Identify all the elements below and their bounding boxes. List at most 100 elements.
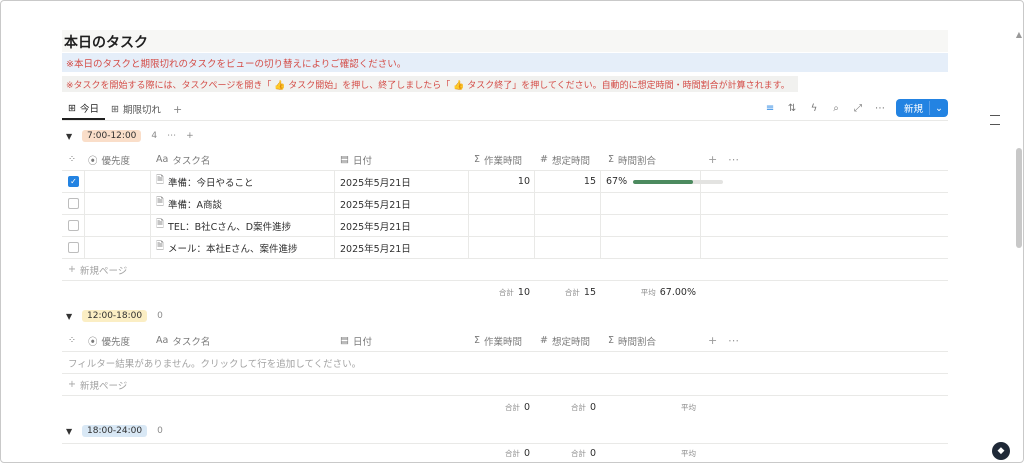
- col-time-ratio[interactable]: Σ 時間割合: [608, 149, 656, 170]
- sum-label: 合計: [564, 287, 580, 297]
- expected-time-sum[interactable]: 合計 15: [534, 282, 596, 302]
- col-label: 時間割合: [618, 336, 657, 348]
- time-ratio-cell[interactable]: 67%: [606, 171, 724, 192]
- sort-icon[interactable]: ⇅: [786, 103, 798, 114]
- table-row[interactable]: ✓ 🗎 準備：今日やること 2025年5月21日 10 15 67%: [62, 171, 948, 193]
- expand-icon[interactable]: ⤢: [852, 103, 864, 114]
- col-label: 優先度: [101, 336, 131, 348]
- task-date[interactable]: 2025年5月21日: [340, 193, 411, 214]
- col-date[interactable]: ▤ 日付: [340, 330, 372, 351]
- collapse-toggle-icon[interactable]: ▼: [66, 312, 76, 321]
- new-button[interactable]: 新規 ⌄: [896, 99, 948, 117]
- expected-time[interactable]: 15: [534, 171, 596, 192]
- col-expected-time[interactable]: # 想定時間: [540, 330, 590, 351]
- task-name[interactable]: TEL：B社Cさん、D案件進捗: [168, 219, 291, 233]
- task-date[interactable]: 2025年5月21日: [340, 171, 411, 192]
- task-name[interactable]: メール：本社Eさん、案件進捗: [168, 241, 298, 255]
- work-time-sum[interactable]: 合計 0: [468, 397, 530, 417]
- sum-label: 合計: [504, 448, 520, 458]
- sigma-icon: Σ: [474, 154, 481, 165]
- sum-value: 0: [523, 447, 530, 459]
- text-icon: Aa: [156, 154, 169, 165]
- task-name[interactable]: 準備：A商談: [168, 197, 222, 211]
- group-badge: 18:00-24:00: [82, 425, 148, 437]
- select-all-icon[interactable]: ⁘: [68, 330, 76, 351]
- collapse-toggle-icon[interactable]: ▼: [66, 427, 76, 436]
- new-button-label: 新規: [896, 101, 931, 115]
- row-checkbox[interactable]: [68, 198, 79, 209]
- col-work-time[interactable]: Σ 作業時間: [474, 149, 522, 170]
- more-icon[interactable]: ⋯: [874, 103, 886, 114]
- new-page-label: 新規ページ: [79, 380, 128, 392]
- table-row[interactable]: 🗎 メール：本社Eさん、案件進捗 2025年5月21日: [62, 237, 948, 259]
- chevron-down-icon[interactable]: ⌄: [930, 103, 948, 114]
- sigma-icon: Σ: [608, 335, 615, 346]
- tab-today[interactable]: ⊞ 今日: [62, 98, 105, 120]
- new-page-row[interactable]: + 新規ページ: [62, 259, 948, 281]
- add-icon: +: [68, 264, 76, 275]
- title-band: [62, 30, 948, 52]
- table-icon: ⊞: [68, 102, 76, 114]
- task-date[interactable]: 2025年5月21日: [340, 215, 411, 236]
- empty-state-row[interactable]: フィルター結果がありません。クリックして行を追加してください。: [62, 352, 948, 374]
- time-ratio: 67%: [606, 176, 628, 187]
- time-ratio-avg[interactable]: 平均: [600, 397, 696, 417]
- document-icon: 🗎: [156, 219, 165, 230]
- sum-value: 10: [517, 286, 530, 298]
- work-time-sum[interactable]: 合計 0: [468, 444, 530, 462]
- automation-icon[interactable]: ϟ: [808, 103, 820, 114]
- new-page-row[interactable]: + 新規ページ: [62, 374, 948, 396]
- number-icon: #: [540, 154, 548, 165]
- more-icon[interactable]: ⋯: [167, 131, 176, 141]
- col-work-time[interactable]: Σ 作業時間: [474, 330, 522, 351]
- sigma-icon: Σ: [474, 335, 481, 346]
- row-checkbox[interactable]: ✓: [68, 176, 79, 187]
- col-time-ratio[interactable]: Σ 時間割合: [608, 330, 656, 351]
- add-view-icon[interactable]: +: [167, 103, 188, 116]
- expected-time-sum[interactable]: 合計 0: [534, 397, 596, 417]
- time-ratio-avg[interactable]: 平均: [600, 444, 696, 462]
- row-checkbox[interactable]: [68, 220, 79, 231]
- summary-row: 合計 10 合計 15 平均 67.00%: [62, 282, 948, 302]
- tab-overdue[interactable]: ⊞ 期限切れ: [105, 98, 167, 120]
- expected-time-sum[interactable]: 合計 0: [534, 444, 596, 462]
- select-all-icon[interactable]: ⁘: [68, 149, 76, 170]
- progress-bar: [633, 179, 724, 184]
- column-header-row: ⁘ ⦿ 優先度 Aa タスク名 ▤ 日付 Σ 作業時間 # 想定時間 Σ 時間割合 + ⋯: [62, 330, 948, 352]
- group-count: 0: [157, 426, 163, 436]
- search-icon[interactable]: ⌕: [830, 103, 842, 114]
- filter-icon[interactable]: ≡: [764, 103, 776, 114]
- sum-label: 平均: [681, 402, 696, 412]
- notice-view-switch: ※本日のタスクと期限切れのタスクをビューの切り替えによりご確認ください。: [62, 53, 948, 72]
- row-checkbox[interactable]: [68, 242, 79, 253]
- col-priority[interactable]: ⦿ 優先度: [88, 149, 130, 170]
- col-priority[interactable]: ⦿ 優先度: [88, 330, 130, 351]
- col-name[interactable]: Aa タスク名: [156, 149, 210, 170]
- table-row[interactable]: 🗎 TEL：B社Cさん、D案件進捗 2025年5月21日: [62, 215, 948, 237]
- add-column-icon[interactable]: +: [708, 149, 717, 170]
- col-name[interactable]: Aa タスク名: [156, 330, 210, 351]
- scrollbar-thumb[interactable]: [1016, 148, 1022, 248]
- scroll-up-arrow-icon[interactable]: ▲: [1016, 30, 1022, 39]
- text-icon: Aa: [156, 335, 169, 346]
- task-name[interactable]: 準備：今日やること: [168, 175, 254, 189]
- document-icon: 🗎: [156, 175, 165, 186]
- col-date[interactable]: ▤ 日付: [340, 149, 372, 170]
- more-icon[interactable]: ⋯: [728, 330, 739, 351]
- table-row[interactable]: 🗎 準備：A商談 2025年5月21日: [62, 193, 948, 215]
- task-date[interactable]: 2025年5月21日: [340, 237, 411, 258]
- priority-icon: ⦿: [88, 336, 98, 348]
- sum-value: 0: [589, 401, 596, 413]
- number-icon: #: [540, 335, 548, 346]
- help-icon[interactable]: ◆: [992, 442, 1010, 460]
- group-count: 0: [157, 311, 163, 321]
- collapse-toggle-icon[interactable]: ▼: [66, 132, 76, 141]
- sum-label: 合計: [570, 448, 586, 458]
- add-icon[interactable]: +: [186, 131, 194, 141]
- work-time[interactable]: 10: [468, 171, 530, 192]
- col-expected-time[interactable]: # 想定時間: [540, 149, 590, 170]
- more-icon[interactable]: ⋯: [728, 149, 739, 170]
- time-ratio-avg[interactable]: 平均 67.00%: [600, 282, 696, 302]
- work-time-sum[interactable]: 合計 10: [468, 282, 530, 302]
- add-column-icon[interactable]: +: [708, 330, 717, 351]
